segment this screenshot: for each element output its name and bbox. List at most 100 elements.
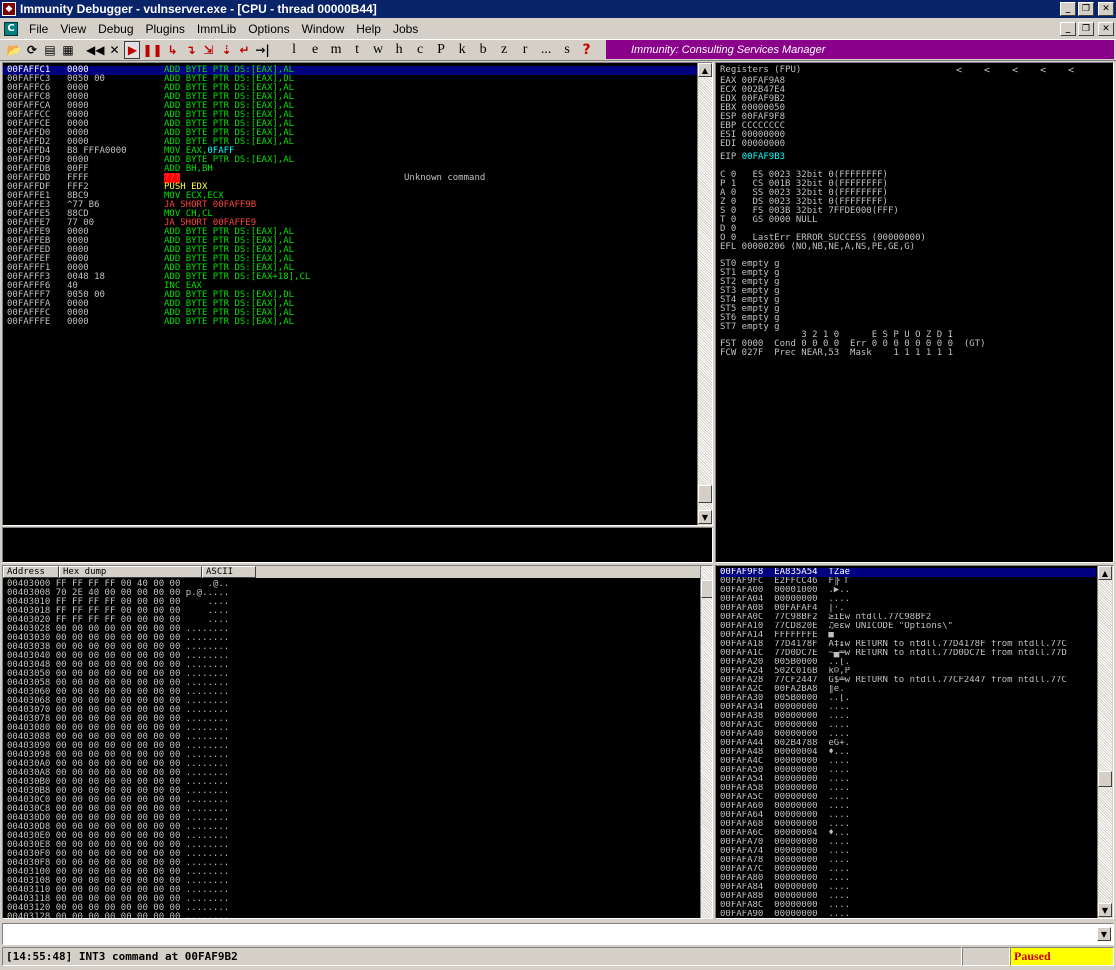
dump-row[interactable]: 00403128 00 00 00 00 00 00 00 00 .......… <box>7 913 229 919</box>
disasm-row[interactable]: 00FAFFC1 0000 ADD BYTE PTR DS:[EAX],AL <box>3 66 697 75</box>
tool-handles-button[interactable]: h <box>390 41 409 59</box>
scroll-down-icon[interactable]: ▼ <box>1098 903 1112 917</box>
scroll-up-icon[interactable]: ▲ <box>1098 566 1112 580</box>
stack-row[interactable]: 00FAFA14 FFFFFFFE ■ <box>720 631 1096 640</box>
stack-row[interactable]: 00FAFA18 77D4178F Å‡↨w RETURN to ntdll.7… <box>720 640 1096 649</box>
stack-row[interactable]: 00FAFA64 00000000 .... <box>720 811 1096 820</box>
scroll-down-icon[interactable]: ▼ <box>698 510 712 524</box>
disasm-row[interactable]: 00FAFFF3 0048 18 ADD BYTE PTR DS:[EAX+18],… <box>3 273 697 282</box>
nav-left-icon[interactable]: < <box>1012 65 1018 76</box>
grid-icon[interactable]: ▦ <box>60 41 76 59</box>
stack-row[interactable]: 00FAFA2C 00FA2BA8 ║ê. <box>720 685 1096 694</box>
close-button[interactable]: ✕ <box>1098 2 1114 16</box>
col-ascii[interactable]: ASCII <box>202 566 256 578</box>
stack-row[interactable]: 00FAFA70 00000000 .... <box>720 838 1096 847</box>
stack-row[interactable]: 00FAFA34 00000000 .... <box>720 703 1096 712</box>
info-pane[interactable] <box>2 527 713 563</box>
disasm-row[interactable]: 00FAFFCA 0000 ADD BYTE PTR DS:[EAX],AL <box>3 102 697 111</box>
tool-breakpoints-button[interactable]: b <box>474 41 493 59</box>
stack-row[interactable]: 00FAFA8C 00000000 .... <box>720 901 1096 910</box>
disasm-row[interactable]: 00FAFFF1 0000 ADD BYTE PTR DS:[EAX],AL <box>3 264 697 273</box>
step-over-icon[interactable]: ↴ <box>183 41 199 59</box>
disasm-row[interactable]: 00FAFFDB 00FF ADD BH,BH <box>3 165 697 174</box>
menu-immlib[interactable]: ImmLib <box>192 22 243 36</box>
stack-row[interactable]: 00FAF9FC E2FFCC46 F╠ Γ <box>720 577 1096 586</box>
menu-jobs[interactable]: Jobs <box>388 22 425 36</box>
disasm-row[interactable]: 00FAFFE3 ^77 B6 JA SHORT 00FAFF9B <box>3 201 697 210</box>
stack-row[interactable]: 00FAFA58 00000000 .... <box>720 784 1096 793</box>
execute-till-return-icon[interactable]: ↵ <box>237 41 253 59</box>
tool-source-button[interactable]: s <box>558 41 577 59</box>
scroll-up-icon[interactable]: ▲ <box>698 63 712 77</box>
disasm-row[interactable]: 00FAFFE7 77 00 JA SHORT 00FAFFE9 <box>3 219 697 228</box>
pause-icon[interactable]: ❚❚ <box>142 41 162 59</box>
nav-left-icon[interactable]: < <box>984 65 990 76</box>
menu-debug[interactable]: Debug <box>93 22 140 36</box>
stack-row[interactable]: 00FAFA90 00000000 .... <box>720 910 1096 918</box>
stack-row[interactable]: 00FAFA80 00000000 .... <box>720 874 1096 883</box>
disasm-row[interactable]: 00FAFFEF 0000 ADD BYTE PTR DS:[EAX],AL <box>3 255 697 264</box>
disassembly-scrollbar[interactable]: ▲ ▼ <box>697 63 712 525</box>
tool-modules-button[interactable]: e <box>306 41 325 59</box>
disasm-row[interactable]: 00FAFFFA 0000 ADD BYTE PTR DS:[EAX],AL <box>3 300 697 309</box>
disasm-row[interactable]: 00FAFFEB 0000 ADD BYTE PTR DS:[EAX],AL <box>3 237 697 246</box>
eip-value[interactable]: 00FAF9B3 <box>742 152 785 162</box>
play-icon[interactable]: ▶ <box>124 41 141 59</box>
scroll-thumb[interactable] <box>698 485 712 503</box>
tool-runtrace-button[interactable]: ... <box>537 41 556 59</box>
stack-row[interactable]: 00FAFA3C 00000000 .... <box>720 721 1096 730</box>
disasm-row[interactable]: 00FAFFD4 B8 FFFA0000 MOV EAX,0FAFF <box>3 147 697 156</box>
stack-scrollbar[interactable]: ▲ ▼ <box>1097 566 1113 918</box>
disasm-row[interactable]: 00FAFFF7 0050 00 ADD BYTE PTR DS:[EAX],DL <box>3 291 697 300</box>
menu-help[interactable]: Help <box>351 22 388 36</box>
go-to-icon[interactable]: →| <box>255 41 271 59</box>
stack-row[interactable]: 00FAFA7C 00000000 .... <box>720 865 1096 874</box>
mdi-child-icon[interactable]: C <box>4 21 18 36</box>
tool-patches-button[interactable]: P <box>432 41 451 59</box>
stack-row[interactable]: 00FAFA6C 00000004 ♦... <box>720 829 1096 838</box>
stack-row[interactable]: 00FAFA48 00000004 ♦... <box>720 748 1096 757</box>
stack-row[interactable]: 00FAFA24 502C016B k☺,P <box>720 667 1096 676</box>
stack-row[interactable]: 00FAFA50 00000000 .... <box>720 766 1096 775</box>
disasm-row[interactable]: 00FAFFE1 8BC9 MOV ECX,ECX <box>3 192 697 201</box>
efl-register[interactable]: EFL 00000206 (NO,NB,NE,A,NS,PE,GE,G) <box>720 243 915 252</box>
stack-row[interactable]: 00FAFA84 00000000 .... <box>720 883 1096 892</box>
disasm-row[interactable]: 00FAFFE5 88CD MOV CH,CL <box>3 210 697 219</box>
command-input[interactable]: ▼ <box>2 923 1114 945</box>
layout-icon[interactable]: ▤ <box>42 41 58 59</box>
stack-row[interactable]: 00FAFA60 00000000 .... <box>720 802 1096 811</box>
disasm-row[interactable]: 00FAFFCC 0000 ADD BYTE PTR DS:[EAX],AL <box>3 111 697 120</box>
menu-file[interactable]: File <box>24 22 55 36</box>
disasm-row[interactable]: 00FAFFDD FFFF??? Unknown command <box>3 173 697 183</box>
open-icon[interactable]: 📂 <box>6 41 22 59</box>
stack-pane[interactable]: 00FAF9F8 EA835A54 TZâê 00FAF9FC E2FFCC46 … <box>715 565 1114 919</box>
stack-row[interactable]: 00FAFA74 00000000 .... <box>720 847 1096 856</box>
tool-z-button[interactable]: z <box>495 41 514 59</box>
stack-row[interactable]: 00FAFA1C 77D0DC7E ~▄═w RETURN to ntdll.7… <box>720 649 1096 658</box>
menu-plugins[interactable]: Plugins <box>141 22 192 36</box>
restore-button[interactable]: ❐ <box>1078 2 1094 16</box>
tool-windows-button[interactable]: w <box>369 41 388 59</box>
disasm-row[interactable]: 00FAFFDF FFF2 PUSH EDX <box>3 183 697 192</box>
disasm-row[interactable]: 00FAFFE9 0000 ADD BYTE PTR DS:[EAX],AL <box>3 228 697 237</box>
disasm-row[interactable]: 00FAFFCE 0000 ADD BYTE PTR DS:[EAX],AL <box>3 120 697 129</box>
stack-row[interactable]: 00FAFA5C 00000000 .... <box>720 793 1096 802</box>
registers-pane[interactable]: Registers (FPU) < < < < < EAX 00FAF9A8 EC… <box>715 62 1114 563</box>
close-icon[interactable]: ✕ <box>106 41 122 59</box>
stack-row[interactable]: 00FAFA04 00000000 .... <box>720 595 1096 604</box>
col-hex-dump[interactable]: Hex dump <box>59 566 202 578</box>
tool-log-button[interactable]: l <box>285 41 304 59</box>
menu-window[interactable]: Window <box>297 22 352 36</box>
tool-references-button[interactable]: r <box>516 41 535 59</box>
stack-row[interactable]: 00FAFA0C 77C98BF2 ≥ïÉw ntdll.77C98BF2 <box>720 613 1096 622</box>
disasm-row[interactable]: 00FAFFC8 0000 ADD BYTE PTR DS:[EAX],AL <box>3 93 697 102</box>
menu-view[interactable]: View <box>55 22 93 36</box>
dump-scrollbar[interactable] <box>700 566 712 918</box>
gp-register[interactable]: EDI 00000000 <box>720 140 785 149</box>
child-restore-button[interactable]: ❐ <box>1078 22 1094 36</box>
stack-row[interactable]: 00FAFA38 00000000 .... <box>720 712 1096 721</box>
fpu-status-row[interactable]: FCW 027F Prec NEAR,53 Mask 1 1 1 1 1 1 <box>720 349 953 358</box>
stack-row[interactable]: 00FAFA08 00FAFAF4 ⌠·. <box>720 604 1096 613</box>
disasm-row[interactable]: 00FAFFF6 40 INC EAX <box>3 282 697 291</box>
child-close-button[interactable]: ✕ <box>1098 22 1114 36</box>
